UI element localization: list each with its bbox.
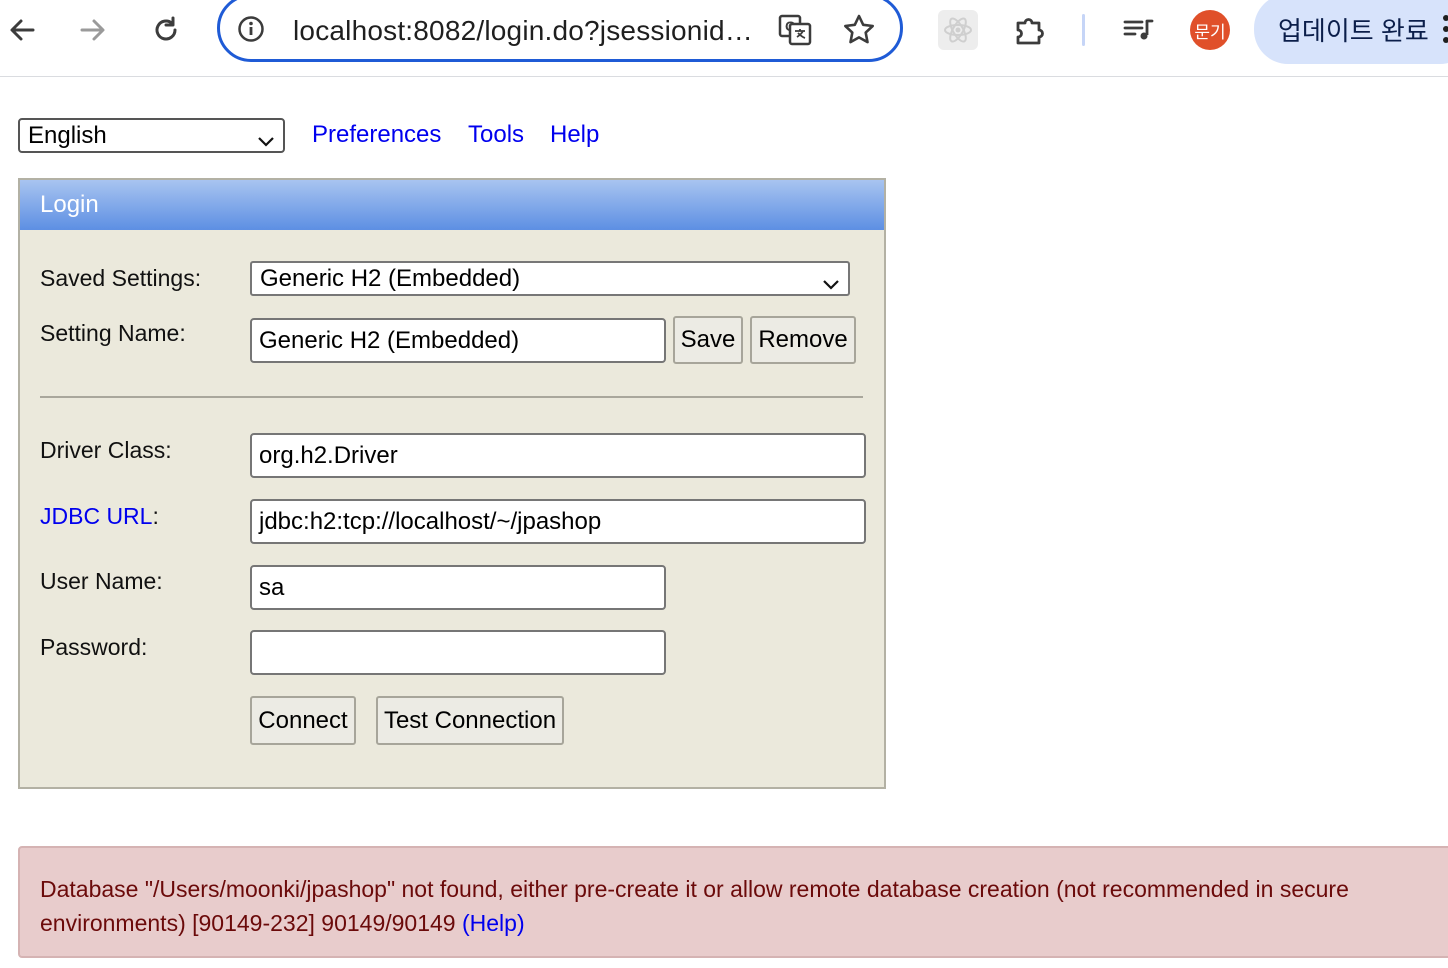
reload-icon[interactable] bbox=[148, 12, 184, 48]
extensions-puzzle-icon[interactable] bbox=[1012, 12, 1048, 48]
divider bbox=[40, 396, 863, 398]
toolbar-divider bbox=[1082, 14, 1085, 46]
password-input[interactable] bbox=[250, 630, 666, 675]
chevron-down-icon bbox=[257, 128, 275, 156]
jdbc-url-colon: : bbox=[152, 503, 159, 529]
login-panel: Login Saved Settings: Generic H2 (Embedd… bbox=[18, 178, 886, 789]
error-message-text: Database "/Users/moonki/jpashop" not fou… bbox=[40, 876, 1349, 936]
bookmark-star-icon[interactable] bbox=[842, 13, 876, 52]
address-bar[interactable]: localhost:8082/login.do?jsessionid=0b9f8… bbox=[217, 0, 903, 62]
error-message-box: Database "/Users/moonki/jpashop" not fou… bbox=[18, 846, 1448, 958]
user-name-label: User Name: bbox=[40, 568, 163, 594]
saved-settings-label: Saved Settings: bbox=[40, 265, 202, 291]
setting-name-input[interactable]: Generic H2 (Embedded) bbox=[250, 318, 666, 363]
translate-icon[interactable]: G bbox=[777, 12, 813, 53]
profile-avatar[interactable]: 문기 bbox=[1190, 10, 1230, 50]
driver-class-label: Driver Class: bbox=[40, 437, 172, 463]
react-devtools-icon[interactable] bbox=[938, 10, 978, 50]
error-help-link[interactable]: (Help) bbox=[462, 910, 525, 936]
back-arrow-icon[interactable] bbox=[4, 12, 40, 48]
forward-arrow-icon[interactable] bbox=[75, 12, 111, 48]
media-queue-icon[interactable] bbox=[1120, 12, 1156, 48]
jdbc-url-label: JDBC URL: bbox=[40, 503, 159, 530]
saved-settings-select[interactable]: Generic H2 (Embedded) bbox=[250, 261, 850, 296]
language-select[interactable]: English bbox=[18, 118, 285, 153]
update-complete-label: 업데이트 완료 bbox=[1278, 15, 1429, 46]
jdbc-url-input[interactable]: jdbc:h2:tcp://localhost/~/jpashop bbox=[250, 499, 866, 544]
browser-toolbar: localhost:8082/login.do?jsessionid=0b9f8… bbox=[0, 0, 1448, 77]
help-link[interactable]: Help bbox=[550, 121, 599, 149]
tools-link[interactable]: Tools bbox=[468, 121, 524, 149]
save-button[interactable]: Save bbox=[673, 316, 743, 364]
remove-button[interactable]: Remove bbox=[750, 316, 856, 364]
connect-button[interactable]: Connect bbox=[250, 696, 356, 745]
more-menu-icon[interactable] bbox=[1442, 14, 1448, 51]
jdbc-url-link[interactable]: JDBC URL bbox=[40, 503, 152, 529]
user-name-input[interactable]: sa bbox=[250, 565, 666, 610]
setting-name-label: Setting Name: bbox=[40, 320, 186, 346]
preferences-link[interactable]: Preferences bbox=[312, 121, 441, 149]
site-info-icon[interactable] bbox=[236, 14, 266, 49]
driver-class-input[interactable]: org.h2.Driver bbox=[250, 433, 866, 478]
test-connection-button[interactable]: Test Connection bbox=[376, 696, 564, 745]
chevron-down-icon bbox=[822, 271, 840, 299]
language-select-value: English bbox=[28, 121, 107, 149]
login-panel-title: Login bbox=[20, 180, 884, 230]
url-text[interactable]: localhost:8082/login.do?jsessionid=0b9f8… bbox=[293, 15, 763, 47]
saved-settings-value: Generic H2 (Embedded) bbox=[260, 264, 521, 292]
password-label: Password: bbox=[40, 634, 148, 660]
update-complete-button[interactable]: 업데이트 완료 bbox=[1254, 0, 1448, 64]
